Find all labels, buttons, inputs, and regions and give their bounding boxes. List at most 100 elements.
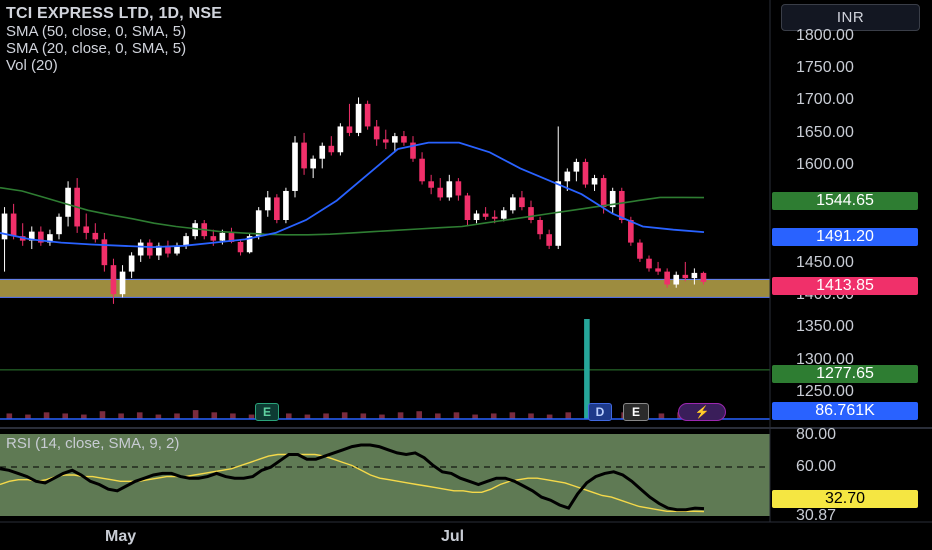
volume-value-badge: 86.761K (772, 402, 918, 420)
volume-bar (323, 413, 329, 419)
volume-bar (435, 413, 441, 419)
price-pane-bg (0, 0, 770, 420)
candle-down (346, 126, 353, 133)
candle-down (328, 145, 335, 153)
chart-canvas[interactable] (0, 0, 932, 550)
candle-up (473, 213, 480, 220)
candle-down (646, 258, 652, 269)
volume-bar (192, 410, 199, 419)
candle-down (600, 178, 607, 208)
candle-down (382, 139, 389, 143)
volume-bar (490, 413, 497, 419)
volume-bar (136, 412, 143, 419)
volume-bar (99, 411, 106, 419)
candle-down (682, 274, 689, 279)
candle-down (464, 195, 471, 220)
price-tick: 1600.00 (796, 156, 854, 173)
candle-down (101, 239, 108, 266)
volume-bar (528, 413, 534, 419)
candle-up (128, 255, 135, 272)
sma50-value-badge: 1544.65 (772, 192, 918, 210)
candle-down (582, 161, 589, 185)
volume-bar (453, 412, 460, 419)
volume-bar (397, 412, 404, 419)
candle-up (219, 232, 226, 241)
candle-down (700, 272, 707, 282)
dividend-event-icon[interactable]: D (588, 403, 612, 421)
candle-down (664, 271, 670, 285)
candle-up (337, 126, 344, 153)
price-tick: 1800.00 (796, 27, 854, 44)
candle-up (283, 190, 289, 220)
candle-down (528, 207, 534, 220)
candle-down (628, 220, 634, 243)
candle-down (373, 126, 380, 140)
candle-up (500, 210, 507, 219)
time-label-may: May (105, 528, 137, 545)
price-tick: 1250.00 (796, 383, 854, 400)
price-tick: 1700.00 (796, 91, 854, 108)
candle-up (564, 171, 571, 182)
volume-bar (174, 413, 180, 419)
volume-bar (658, 413, 665, 419)
rsi-legend[interactable]: RSI (14, close, SMA, 9, 2) (6, 435, 179, 452)
candle-up (355, 103, 362, 133)
candle-down (110, 265, 117, 295)
indicator-sma50-legend[interactable]: SMA (50, close, 0, SMA, 5) (6, 23, 186, 40)
candle-down (274, 197, 280, 220)
price-tick: 1450.00 (796, 254, 854, 271)
volume-bar (285, 413, 292, 419)
candle-down (428, 181, 434, 188)
candle-down (237, 241, 244, 253)
volume-bar (118, 413, 124, 419)
candle-down (546, 234, 552, 246)
candle-down (618, 190, 625, 220)
candle-up (673, 274, 680, 285)
volume-bar (230, 413, 236, 419)
sma20-value-badge: 1491.20 (772, 228, 918, 246)
volume-bar (565, 412, 572, 419)
flash-icon[interactable]: ⚡ (678, 403, 726, 421)
candle-down (210, 236, 217, 241)
candle-up (591, 178, 598, 185)
volume-bar (6, 413, 13, 419)
price-tick: 1350.00 (796, 318, 854, 335)
candle-down (364, 103, 371, 127)
candle-down (92, 232, 99, 240)
price-tick: 1650.00 (796, 124, 854, 141)
candle-up (310, 158, 316, 169)
indicator-volume-legend[interactable]: Vol (20) (6, 57, 58, 74)
time-label-jul: Jul (441, 528, 465, 545)
candle-up (56, 216, 62, 235)
rsi-tick: 80.00 (796, 426, 837, 443)
candle-up (65, 187, 71, 217)
candle-up (510, 197, 516, 211)
candle-down (637, 242, 643, 259)
volume-bar (360, 413, 367, 419)
candle-down (655, 268, 661, 272)
candle-up (255, 210, 262, 237)
last-price-badge: 1413.85 (772, 277, 918, 295)
candle-up (446, 181, 453, 198)
chart-title[interactable]: TCI EXPRESS LTD, 1D, NSE (6, 5, 222, 22)
candle-down (491, 216, 498, 219)
candle-up (691, 272, 698, 279)
candle-up (319, 145, 326, 159)
candle-down (401, 136, 407, 143)
rsi-ma-value: 30.87 (796, 507, 837, 524)
candle-up (137, 242, 144, 256)
candle-down (419, 158, 425, 182)
hline-value-badge: 1277.65 (772, 365, 918, 383)
candle-down (146, 242, 153, 256)
candle-down (301, 142, 307, 169)
indicator-sma20-legend[interactable]: SMA (20, close, 0, SMA, 5) (6, 40, 186, 57)
candle-down (455, 181, 462, 196)
volume-bar (62, 413, 69, 419)
candle-down (482, 213, 489, 217)
volume-bar (43, 412, 50, 419)
earnings-event-icon[interactable]: E (255, 403, 279, 421)
volume-bar (416, 411, 423, 419)
earnings-event-icon[interactable]: E (623, 403, 649, 421)
candle-down (537, 220, 543, 235)
candle-up (264, 197, 271, 211)
